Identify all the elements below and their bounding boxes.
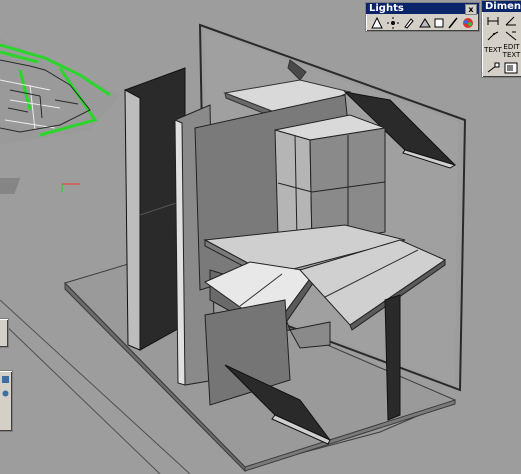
drawing-window: Lights x Dimension (0, 0, 521, 474)
point-light-icon[interactable] (370, 16, 384, 29)
left-tool-palette-fragment-2[interactable] (0, 370, 13, 432)
close-icon[interactable]: x (465, 4, 477, 15)
edit-icon[interactable] (446, 16, 460, 29)
lights-palette-title[interactable]: Lights (366, 3, 479, 14)
label-icon[interactable] (503, 61, 519, 74)
left-tool-palette-fragment[interactable] (0, 318, 9, 348)
distant-light-icon[interactable] (402, 16, 416, 29)
render-icon[interactable] (432, 16, 446, 29)
leader-icon[interactable] (485, 61, 501, 74)
dimension-palette-title[interactable]: Dimension (482, 1, 521, 12)
linear-dimension-icon[interactable] (485, 14, 501, 28)
lights-palette[interactable]: Lights x (365, 2, 480, 32)
3d-viewport[interactable] (0, 0, 521, 474)
tool-icon-2[interactable] (0, 388, 10, 398)
materials-icon[interactable] (461, 16, 475, 29)
spot-light-icon[interactable] (386, 16, 400, 29)
floor-plan-drawing (0, 38, 120, 145)
dimension-palette[interactable]: Dimension TEXT EDIT TEXT (481, 0, 521, 78)
angular-dimension-icon[interactable] (503, 14, 519, 28)
text-tool-button[interactable]: TEXT (483, 46, 503, 54)
selection-marker (0, 178, 21, 194)
tool-icon[interactable] (0, 374, 10, 384)
background-icon[interactable] (418, 16, 432, 29)
radial-dimension-icon[interactable] (485, 29, 501, 43)
diameter-dimension-icon[interactable] (503, 29, 519, 43)
edit-text-button[interactable]: EDIT TEXT (502, 43, 521, 59)
